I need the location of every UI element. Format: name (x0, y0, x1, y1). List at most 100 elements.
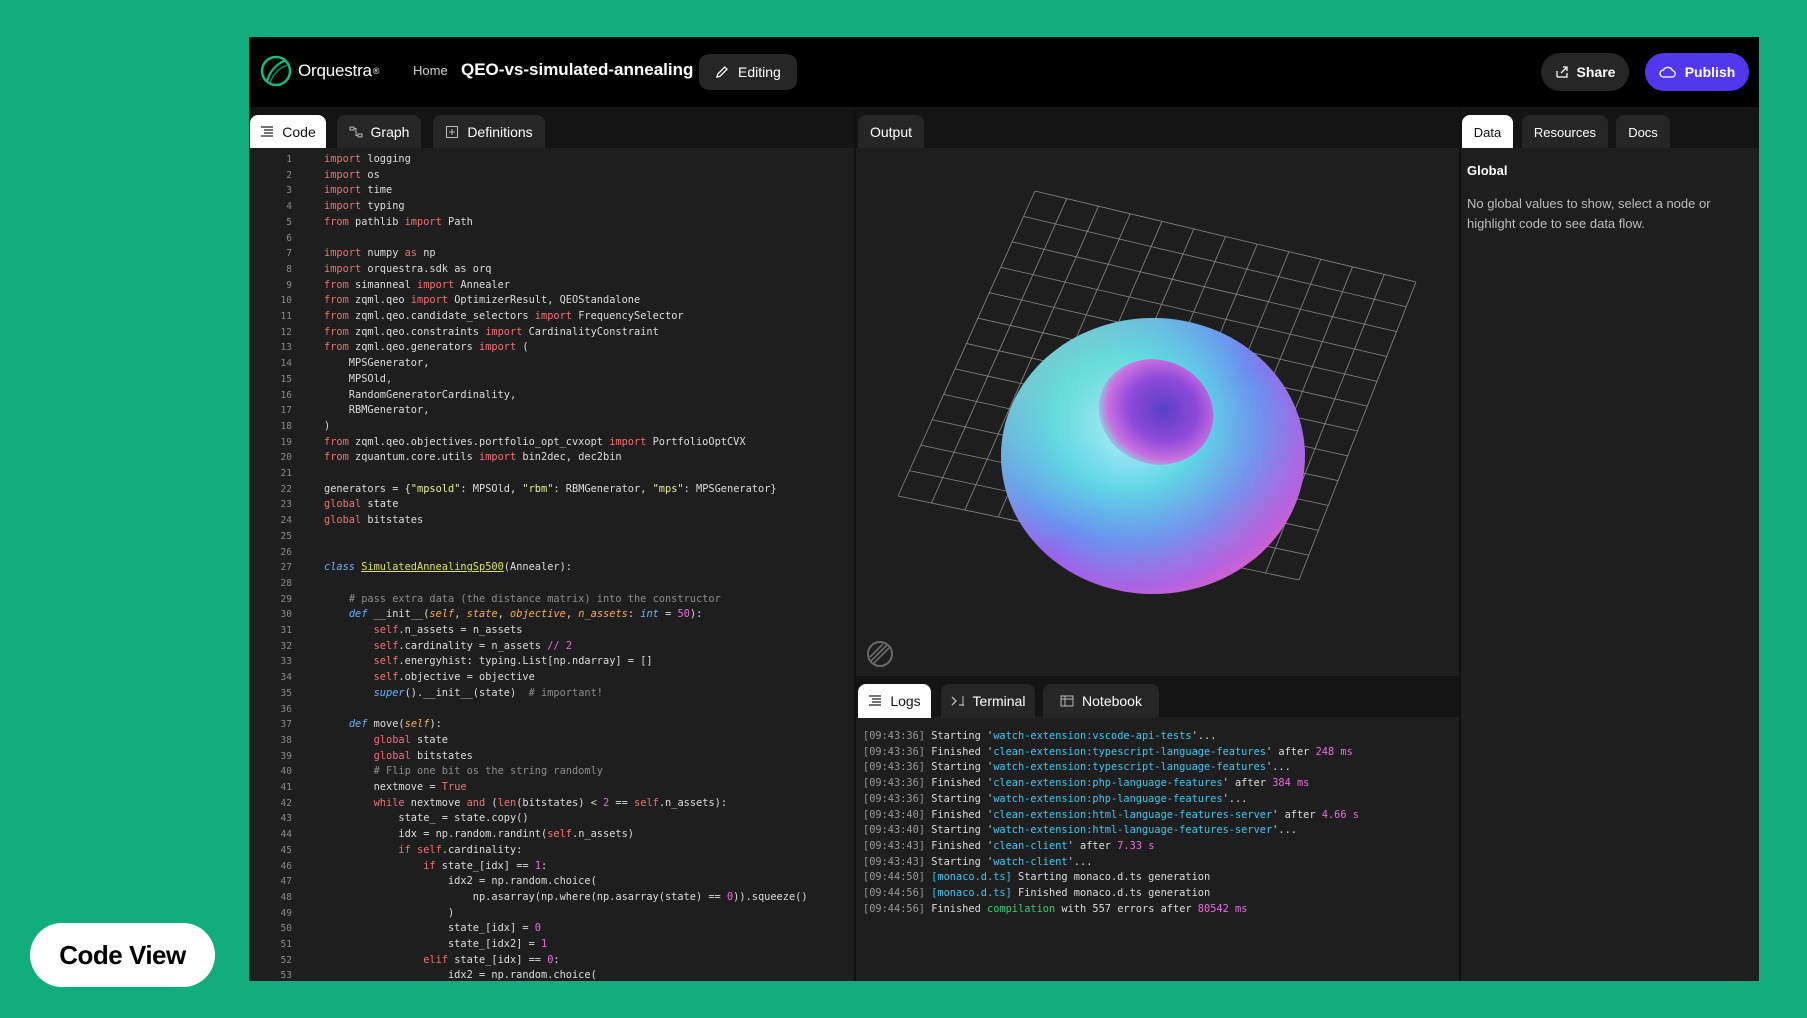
code-line[interactable]: 6 (249, 231, 854, 246)
code-line[interactable]: 9 from simanneal import Annealer (249, 278, 854, 293)
code-line[interactable]: 21 (249, 466, 854, 481)
code-line[interactable]: 25 (249, 529, 854, 544)
code-token: self (417, 843, 442, 856)
tab-data[interactable]: Data (1462, 115, 1513, 149)
home-link[interactable]: Home (413, 63, 448, 78)
globe-icon[interactable] (865, 639, 895, 669)
code-text: global bitstates (324, 513, 423, 528)
code-line[interactable]: 12 from zqml.qeo.constraints import Cardi… (249, 325, 854, 340)
code-line[interactable]: 43 state_ = state.copy() (249, 811, 854, 826)
code-token: state_[idx] == (448, 953, 548, 966)
code-line[interactable]: 1 import logging (249, 152, 854, 167)
code-line[interactable]: 31 self.n_assets = n_assets (249, 623, 854, 638)
log-token: [09:43:36] (863, 777, 925, 790)
log-token: [09:43:36] (863, 761, 925, 774)
code-line[interactable]: 7 import numpy as np (249, 246, 854, 261)
code-line[interactable]: 29 # pass extra data (the distance matri… (249, 592, 854, 607)
code-token: state (361, 498, 399, 511)
code-line[interactable]: 20 from zquantum.core.utils import bin2de… (249, 450, 854, 465)
torus-plot[interactable] (856, 148, 1459, 676)
code-token: import (324, 200, 362, 213)
code-line[interactable]: 44 idx = np.random.randint(self.n_assets… (249, 827, 854, 842)
tab-docs[interactable]: Docs (1616, 115, 1670, 149)
code-token: ) (324, 419, 331, 432)
code-line[interactable]: 46 if state_[idx] == 1: (249, 859, 854, 874)
tab-code[interactable]: Code (250, 115, 326, 149)
log-line: [09:43:40] Starting 'watch-extension:htm… (863, 823, 1297, 838)
code-text: while nextmove and (len(bitstates) < 2 =… (324, 796, 727, 811)
code-line[interactable]: 38 global state (249, 733, 854, 748)
tab-notebook-label: Notebook (1082, 693, 1142, 709)
tab-definitions[interactable]: Definitions (433, 115, 545, 149)
line-number: 4 (286, 201, 292, 213)
tab-terminal[interactable]: Terminal (941, 684, 1035, 718)
code-line[interactable]: 42 while nextmove and (len(bitstates) < … (249, 796, 854, 811)
share-button[interactable]: Share (1541, 53, 1629, 91)
code-text: from zqml.qeo import OptimizerResult, QE… (324, 293, 640, 308)
code-line[interactable]: 27 class SimulatedAnnealingSp500(Annealer… (249, 560, 854, 575)
publish-button[interactable]: Publish (1645, 53, 1749, 91)
log-output[interactable]: [09:43:36] Starting 'watch-extension:vsc… (856, 718, 1459, 981)
code-line[interactable]: 19 from zqml.qeo.objectives.portfolio_opt… (249, 435, 854, 450)
code-line[interactable]: 8 import orquestra.sdk as orq (249, 262, 854, 277)
code-line[interactable]: 14 MPSGenerator, (249, 356, 854, 371)
code-line[interactable]: 17 RBMGenerator, (249, 403, 854, 418)
terminal-icon (951, 696, 964, 706)
code-line[interactable]: 2 import os (249, 168, 854, 183)
code-token: ().__init__(state) (404, 686, 529, 699)
code-line[interactable]: 37 def move(self): (249, 717, 854, 732)
code-editor[interactable]: 1 import logging 2 import os 3 import time 4 im… (249, 148, 854, 981)
code-line[interactable]: 45 if self.cardinality: (249, 843, 854, 858)
tab-logs[interactable]: Logs (858, 684, 931, 718)
code-line[interactable]: 51 state_[idx2] = 1 (249, 937, 854, 952)
code-line[interactable]: 4 import typing (249, 199, 854, 214)
tab-output[interactable]: Output (858, 115, 924, 149)
brand-logo[interactable]: Orquestra ® (259, 54, 379, 88)
line-number: 30 (280, 609, 292, 621)
code-line[interactable]: 50 state_[idx] = 0 (249, 921, 854, 936)
tab-graph[interactable]: Graph (337, 115, 421, 149)
code-line[interactable]: 40 # Flip one bit os the string randomly (249, 764, 854, 779)
code-line[interactable]: 41 nextmove = True (249, 780, 854, 795)
code-line[interactable]: 3 import time (249, 183, 854, 198)
code-line[interactable]: 24 global bitstates (249, 513, 854, 528)
code-line[interactable]: 53 idx2 = np.random.choice( (249, 968, 854, 981)
code-line[interactable]: 5 from pathlib import Path (249, 215, 854, 230)
code-line[interactable]: 13 from zqml.qeo.generators import ( (249, 340, 854, 355)
code-line[interactable]: 22 generators = {"mpsold": MPSOld, "rbm":… (249, 482, 854, 497)
code-token: def (348, 718, 368, 731)
log-token: Starting ' (925, 761, 994, 774)
code-text: from zqml.qeo.candidate_selectors import… (324, 309, 684, 324)
code-token: __init__( (367, 608, 430, 621)
code-line[interactable]: 48 np.asarray(np.where(np.asarray(state)… (249, 890, 854, 905)
code-line[interactable]: 52 elif state_[idx] == 0: (249, 953, 854, 968)
code-line[interactable]: 47 idx2 = np.random.choice( (249, 874, 854, 889)
editing-button[interactable]: Editing (699, 54, 797, 90)
log-token: clean-extension:typescript-language-feat… (993, 745, 1266, 758)
code-line[interactable]: 26 (249, 545, 854, 560)
code-line[interactable]: 39 global bitstates (249, 749, 854, 764)
code-line[interactable]: 28 (249, 576, 854, 591)
code-line[interactable]: 15 MPSOld, (249, 372, 854, 387)
tab-resources[interactable]: Resources (1522, 115, 1608, 149)
code-line[interactable]: 18) (249, 419, 854, 434)
code-line[interactable]: 35 super().__init__(state) # important! (249, 686, 854, 701)
code-token: ): (689, 608, 703, 621)
code-line[interactable]: 30 def __init__(self, state, objective, … (249, 607, 854, 622)
code-line[interactable]: 34 self.objective = objective (249, 670, 854, 685)
code-text: ) (324, 906, 454, 921)
line-number: 39 (280, 750, 292, 762)
code-line[interactable]: 32 self.cardinality = n_assets // 2 (249, 639, 854, 654)
tab-notebook[interactable]: Notebook (1043, 684, 1159, 718)
code-line[interactable]: 16 RandomGeneratorCardinality, (249, 388, 854, 403)
code-token: : RBMGenerator, (553, 482, 653, 495)
code-line[interactable]: 33 self.energyhist: typing.List[np.ndarr… (249, 654, 854, 669)
code-line[interactable]: 23 global state (249, 497, 854, 512)
log-token: Finished (925, 902, 987, 915)
code-line[interactable]: 10 from zqml.qeo import OptimizerResult, … (249, 293, 854, 308)
code-line[interactable]: 11 from zqml.qeo.candidate_selectors impo… (249, 309, 854, 324)
code-line[interactable]: 49 ) (249, 906, 854, 921)
code-line[interactable]: 36 (249, 702, 854, 717)
